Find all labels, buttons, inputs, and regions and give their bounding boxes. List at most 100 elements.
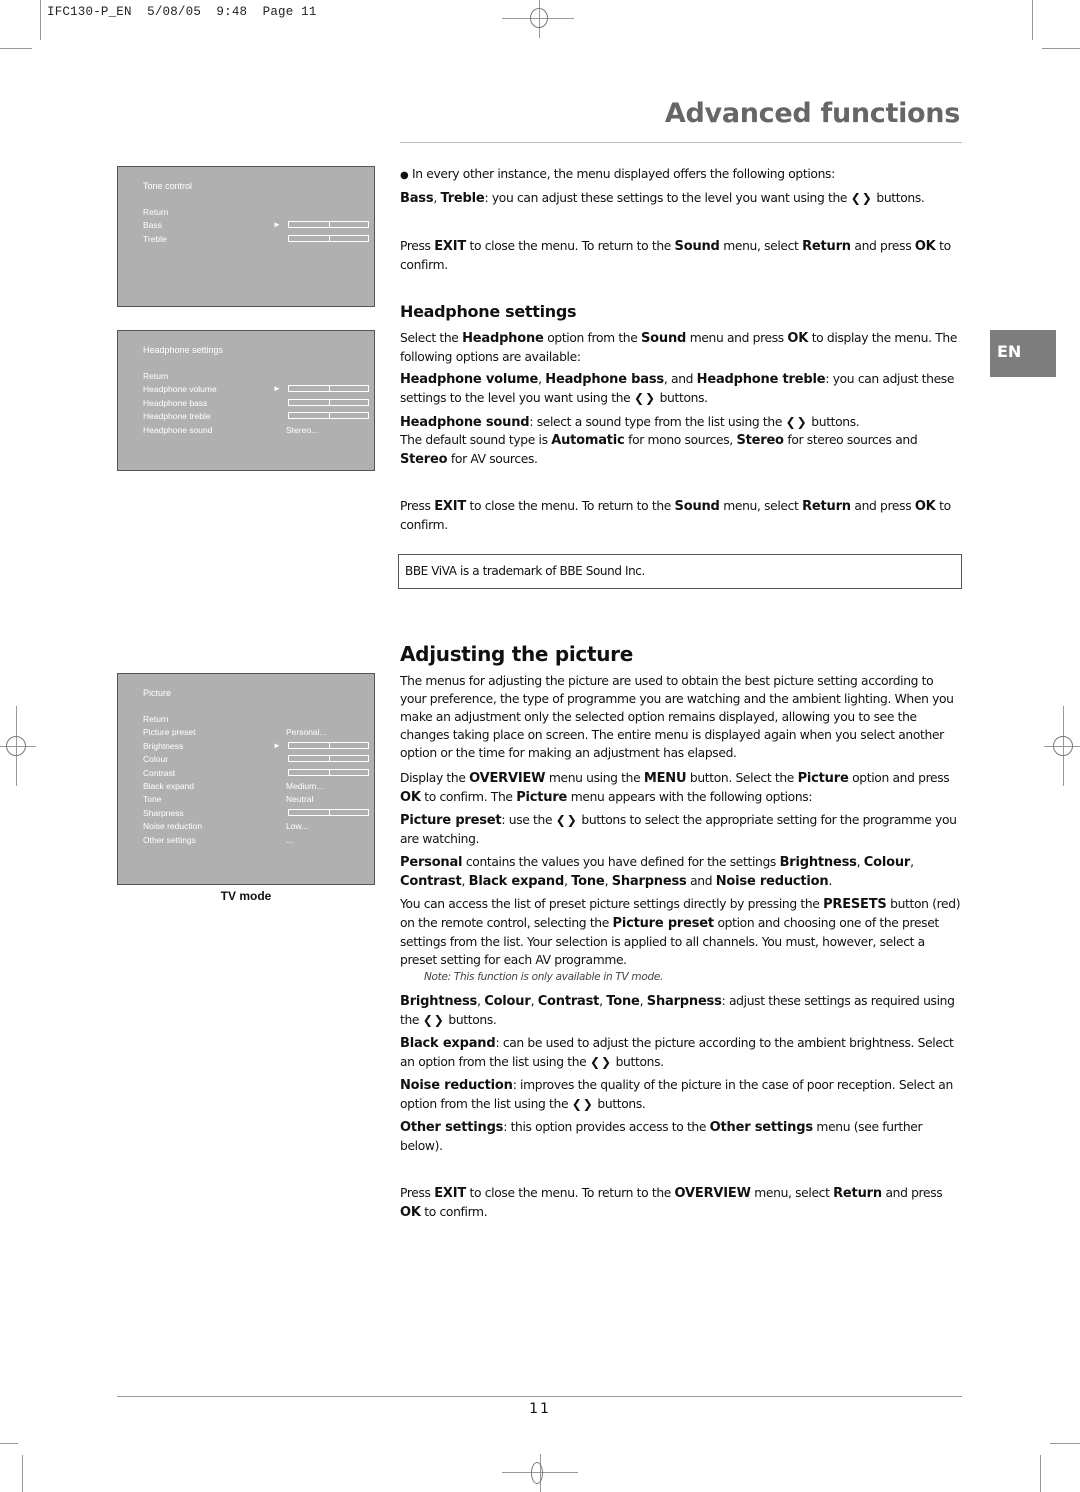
osd-item-label: Brightness (143, 740, 184, 751)
page-title: Advanced functions (664, 98, 960, 129)
osd-menu-item: Headphone bass (143, 397, 371, 409)
crop-mark (0, 1443, 18, 1444)
black-expand-paragraph: Black expand: can be used to adjust the … (400, 1036, 954, 1069)
left-right-arrows-icon: ❮❯ (785, 415, 808, 429)
presets-button-paragraph: You can access the list of preset pictur… (400, 897, 961, 967)
osd-title: Picture (143, 688, 172, 698)
other-settings-paragraph: Other settings: this option provides acc… (400, 1120, 923, 1153)
osd-menu-item: Return (143, 206, 371, 218)
osd-level-bar (288, 741, 369, 749)
osd-menu-item: Headphone sound Stereo... (143, 424, 371, 436)
headphone-default-paragraph: The default sound type is Automatic for … (400, 433, 918, 467)
osd-menu-item: Headphone volume ► (143, 383, 371, 395)
page-number: 11 (529, 1401, 551, 1417)
osd-item-label: Black expand (143, 781, 195, 791)
osd-menu-item: Treble (143, 233, 371, 245)
osd-menu-item: Return (143, 713, 371, 725)
crop-mark (1040, 1455, 1041, 1492)
tv-mode-note: Note: This function is only available in… (424, 971, 664, 983)
picture-exit-paragraph: Press EXIT to close the menu. To return … (400, 1186, 943, 1220)
osd-item-label: Noise reduction (143, 821, 203, 832)
osd-level-marker (328, 221, 330, 229)
osd-menu-item: Brightness ► (143, 740, 371, 752)
tone-control-menu-screen: Tone control Return Bass ► Treble (117, 166, 375, 307)
osd-item-label: Headphone sound (143, 424, 213, 435)
osd-level-bar (288, 768, 369, 776)
headphone-settings-heading: Headphone settings (400, 302, 577, 321)
osd-level-marker (328, 398, 330, 406)
headphone-sound-paragraph: Headphone sound: select a sound type fro… (400, 415, 860, 430)
print-slug: IFC130-P_EN 5/08/05 9:48 Page 11 (47, 5, 317, 19)
bass-treble-paragraph: Bass, Treble: you can adjust these setti… (400, 191, 925, 206)
headphone-exit-paragraph: Press EXIT to close the menu. To return … (400, 499, 951, 532)
picture-preset-paragraph: Picture preset: use the ❮❯ buttons to se… (400, 813, 957, 846)
noise-reduction-paragraph: Noise reduction: improves the quality of… (400, 1078, 953, 1111)
trademark-notice-box: BBE ViVA is a trademark of BBE Sound Inc… (398, 554, 962, 589)
left-right-arrows-icon: ❮❯ (555, 813, 578, 827)
osd-item-label: Headphone volume (143, 384, 217, 395)
picture-display-paragraph: Display the OVERVIEW menu using the MENU… (400, 771, 950, 805)
osd-item-value: Neutral (286, 794, 314, 805)
osd-item-value: Medium... (286, 781, 324, 791)
picture-menu-caption: TV mode (220, 889, 272, 903)
left-right-arrows-icon: ❮❯ (589, 1055, 613, 1069)
osd-level-marker (328, 234, 330, 242)
osd-menu-item: Other settings... (143, 834, 371, 846)
headphone-settings-menu-screen: Headphone settings Return Headphone volum… (117, 330, 375, 471)
osd-title: Tone control (143, 181, 193, 191)
crop-mark (1050, 1443, 1080, 1444)
osd-level-marker (328, 768, 330, 776)
osd-menu-item: Tone Neutral (143, 793, 371, 805)
left-right-arrows-icon: ❮❯ (633, 391, 657, 405)
crop-mark (1032, 0, 1033, 40)
osd-item-value: Personal... (286, 727, 327, 738)
osd-item-label: Return (143, 714, 169, 724)
osd-item-value: ... (286, 834, 294, 845)
osd-level-bar (288, 221, 369, 229)
osd-level-bar (288, 385, 369, 393)
bullet-icon: ● (400, 170, 409, 181)
osd-menu-item: Return (143, 370, 371, 382)
headphone-levels-paragraph: Headphone volume, Headphone bass, and He… (400, 372, 955, 405)
selection-pointer-icon: ► (273, 740, 281, 750)
tone-exit-paragraph: Press EXIT to close the menu. To return … (400, 239, 951, 272)
osd-item-label: Bass (143, 220, 162, 231)
osd-item-label: Headphone bass (143, 397, 208, 408)
osd-menu-item: Noise reduction Low... (143, 820, 371, 832)
osd-level-bar (288, 808, 369, 816)
osd-item-label: Colour (143, 754, 169, 765)
osd-menu-item: Sharpness (143, 807, 371, 819)
osd-menu-item: Contrast (143, 767, 371, 779)
personal-paragraph: Personal contains the values you have de… (400, 855, 914, 889)
footer-divider (117, 1396, 962, 1397)
osd-item-label: Return (143, 207, 169, 217)
adjusting-picture-heading: Adjusting the picture (400, 642, 634, 666)
osd-title: Headphone settings (143, 345, 224, 355)
osd-menu-item: Colour (143, 753, 371, 765)
osd-item-label: Treble (143, 233, 167, 244)
selection-pointer-icon: ► (273, 220, 281, 230)
osd-menu-item: Picture preset Personal... (143, 726, 371, 738)
title-divider (400, 142, 962, 143)
osd-item-label: Tone (143, 794, 162, 805)
picture-menu-screen: Picture Return Picture preset Personal... B… (117, 673, 375, 885)
osd-menu-item: Bass ► (143, 219, 371, 231)
osd-item-value: Stereo... (286, 424, 319, 435)
osd-level-bar (288, 755, 369, 763)
osd-level-bar (288, 234, 369, 242)
language-tab: EN (990, 330, 1056, 377)
osd-item-label: Sharpness (143, 807, 184, 818)
osd-level-marker (328, 808, 330, 816)
osd-level-marker (328, 741, 330, 749)
osd-item-value: Low... (286, 821, 309, 832)
selection-pointer-icon: ► (273, 384, 281, 394)
osd-item-label: Other settings (143, 834, 196, 845)
adjust-settings-paragraph: Brightness, Colour, Contrast, Tone, Shar… (400, 994, 955, 1027)
left-right-arrows-icon: ❮❯ (422, 1013, 445, 1027)
headphone-intro-paragraph: Select the Headphone option from the Sou… (400, 331, 958, 364)
osd-level-marker (328, 755, 330, 763)
osd-item-label: Contrast (143, 767, 176, 778)
osd-item-label: Headphone treble (143, 411, 211, 422)
osd-level-marker (328, 412, 330, 420)
picture-intro-paragraph: The menus for adjusting the picture are … (400, 674, 954, 760)
